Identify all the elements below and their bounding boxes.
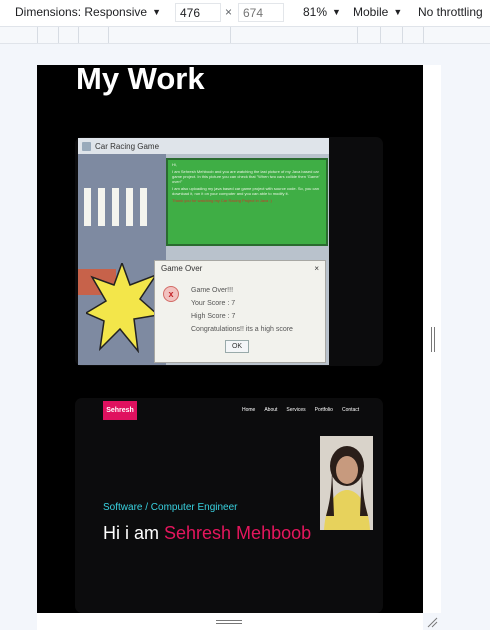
dimensions-label: Dimensions: Responsive [15, 5, 148, 19]
dialog-line: Congratulations!! its a high score [191, 326, 293, 333]
mq-segment[interactable] [357, 27, 358, 43]
crash-burst-icon [86, 263, 158, 353]
java-app-icon [82, 141, 91, 151]
zoom-label: 81% [303, 5, 328, 19]
mq-segment[interactable] [230, 27, 231, 43]
viewport-bottom-bar [37, 613, 423, 630]
throttling-dropdown[interactable]: No throttling [418, 5, 483, 19]
resize-handle-bottom[interactable] [216, 623, 242, 624]
road-stripe [126, 188, 133, 226]
game-screenshot: Car Racing Game Hi, I am Sehresh Mehboob… [78, 138, 329, 365]
resize-corner-icon[interactable] [426, 616, 438, 628]
close-icon: × [314, 264, 319, 273]
dialog-titlebar: Game Over × [155, 261, 325, 276]
profile-photo [320, 436, 373, 530]
chevron-down-icon: ▼ [393, 7, 403, 17]
error-icon: x [163, 286, 179, 302]
panel-line: I am also uploading my java based car ga… [172, 186, 319, 196]
mq-segment[interactable] [402, 27, 403, 43]
zoom-dropdown[interactable]: 81% ▼ [303, 5, 341, 19]
device-type-label: Mobile [353, 5, 389, 19]
road-stripe [98, 188, 105, 226]
portfolio-nav-item: About [264, 407, 278, 413]
dialog-line: Game Over!!! [191, 287, 234, 294]
portfolio-nav-item: Portfolio [314, 407, 333, 413]
dimensions-dropdown[interactable]: Dimensions: Responsive ▼ [15, 5, 161, 19]
road-stripe [140, 188, 147, 226]
game-window-title: Car Racing Game [95, 141, 160, 151]
road-stripe [84, 188, 91, 226]
game-over-dialog: Game Over × x Game Over!!! Your Score : … [154, 260, 326, 363]
media-query-bar[interactable] [0, 26, 490, 44]
resize-handle-right[interactable] [431, 327, 432, 352]
dialog-line: High Score : 7 [191, 313, 236, 320]
portfolio-nav: Home About Services Portfolio Contact [242, 407, 359, 413]
game-window-titlebar: Car Racing Game [78, 138, 329, 154]
project-card-game[interactable]: Car Racing Game Hi, I am Sehresh Mehboob… [75, 137, 383, 366]
portfolio-nav-item: Services [286, 407, 306, 413]
chevron-down-icon: ▼ [152, 7, 161, 17]
resize-handle-right[interactable] [434, 327, 435, 352]
mq-segment[interactable] [58, 27, 59, 43]
portfolio-nav-item: Home [242, 407, 256, 413]
devtools-device-toolbar: Dimensions: Responsive ▼ × 81% ▼ Mobile … [0, 0, 490, 26]
height-input[interactable] [238, 3, 284, 22]
chevron-down-icon: ▼ [332, 7, 341, 17]
viewport-side-gutter [423, 65, 441, 613]
dialog-ok-button: OK [225, 340, 249, 353]
page-title: My Work [76, 65, 205, 96]
device-type-dropdown[interactable]: Mobile ▼ [353, 5, 402, 19]
road-stripe [112, 188, 119, 226]
page-viewport: My Work Car Racing Game Hi, I am Sehresh… [37, 65, 423, 613]
portfolio-name: Sehresh Mehboob [164, 523, 312, 543]
panel-line: I am Sehresh Mehboob and you are watchin… [172, 169, 320, 184]
game-message-panel: Hi, I am Sehresh Mehboob and you are wat… [166, 158, 328, 246]
mq-segment[interactable] [108, 27, 109, 43]
resize-handle-bottom[interactable] [216, 620, 242, 621]
panel-line: Hi, [172, 162, 177, 167]
dialog-title: Game Over [161, 264, 203, 273]
mq-segment[interactable] [78, 27, 79, 43]
dialog-line: Your Score : 7 [191, 300, 236, 307]
portfolio-subtitle: Software / Computer Engineer [103, 502, 238, 513]
project-card-portfolio[interactable]: Sehresh Home About Services Portfolio Co… [75, 398, 383, 613]
greeting-prefix: Hi i am [103, 523, 165, 543]
mq-segment[interactable] [380, 27, 381, 43]
mq-segment[interactable] [423, 27, 424, 43]
portfolio-nav-item: Contact [341, 407, 360, 413]
panel-line: Thank you for watching my Car Racing Pro… [172, 198, 272, 203]
mq-segment[interactable] [37, 27, 38, 43]
width-input[interactable] [175, 3, 221, 22]
portfolio-greeting: Hi i am Sehresh Mehboob [103, 523, 311, 544]
portfolio-logo: Sehresh [103, 401, 137, 420]
times-icon: × [225, 5, 233, 19]
